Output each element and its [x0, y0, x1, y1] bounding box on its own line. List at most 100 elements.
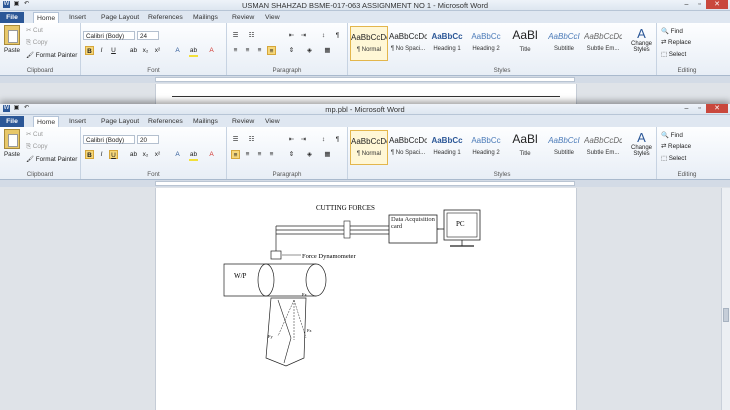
tab-review[interactable]: Review: [229, 116, 257, 127]
superscript-icon[interactable]: x²: [153, 46, 162, 55]
subscript-icon[interactable]: x₂: [141, 46, 150, 55]
align-center-icon[interactable]: ≡: [243, 46, 252, 55]
copy-button[interactable]: ⎘ Copy: [26, 143, 48, 151]
superscript-icon[interactable]: x²: [153, 150, 162, 159]
tab-view[interactable]: View: [262, 116, 283, 127]
justify-icon[interactable]: ≡: [267, 46, 276, 55]
tab-insert[interactable]: Insert: [66, 12, 89, 23]
change-styles-button[interactable]: A Change Styles: [628, 26, 655, 53]
align-left-icon[interactable]: ≡: [231, 46, 240, 55]
tab-view[interactable]: View: [262, 12, 283, 23]
font-name-dropdown[interactable]: Calibri (Body): [83, 31, 135, 40]
style-heading-2[interactable]: AaBbCc Heading 2: [467, 26, 505, 61]
show-marks-icon[interactable]: ¶: [333, 135, 342, 144]
style-heading-1[interactable]: AaBbCc Heading 1: [428, 26, 466, 61]
style-subtle-emphasis[interactable]: AaBbCcDc Subtle Em...: [584, 26, 622, 61]
underline-icon[interactable]: U: [109, 150, 118, 159]
vertical-scrollbar[interactable]: [721, 188, 730, 410]
restore-button[interactable]: ▫: [693, 104, 706, 113]
maximize-button[interactable]: ▫: [693, 0, 706, 9]
close-button[interactable]: ✕: [706, 0, 728, 9]
find-button[interactable]: 🔍 Find: [661, 27, 683, 35]
increase-indent-icon[interactable]: ⇥: [299, 31, 308, 40]
bullets-icon[interactable]: ☰: [231, 31, 240, 40]
font-color-icon[interactable]: A: [207, 150, 216, 159]
close-button[interactable]: ✕: [706, 104, 728, 113]
strikethrough-icon[interactable]: ab: [129, 150, 138, 159]
tab-page-layout[interactable]: Page Layout: [98, 12, 142, 23]
decrease-indent-icon[interactable]: ⇤: [287, 135, 296, 144]
text-effects-icon[interactable]: A: [173, 46, 182, 55]
font-size-dropdown[interactable]: 24: [137, 31, 159, 40]
style-no-spacing[interactable]: AaBbCcDc ¶ No Spaci...: [389, 130, 427, 165]
tab-file[interactable]: File: [0, 12, 24, 23]
bold-icon[interactable]: B: [85, 150, 94, 159]
select-button[interactable]: ⬚ Select: [661, 155, 686, 162]
borders-icon[interactable]: ▦: [323, 150, 332, 159]
paste-button[interactable]: Paste: [2, 129, 22, 158]
font-size-dropdown[interactable]: 20: [137, 135, 159, 144]
borders-icon[interactable]: ▦: [323, 46, 332, 55]
strikethrough-icon[interactable]: ab: [129, 46, 138, 55]
justify-icon[interactable]: ≡: [267, 150, 276, 159]
format-painter-button[interactable]: 🖌 Format Painter: [26, 51, 77, 59]
style-title[interactable]: AaBl Title: [506, 130, 544, 165]
numbering-icon[interactable]: ☷: [247, 135, 256, 144]
replace-button[interactable]: ⇄ Replace: [661, 39, 691, 46]
sort-icon[interactable]: ↕: [319, 31, 328, 40]
cut-button[interactable]: ✂ Cut: [26, 131, 43, 138]
style-title[interactable]: AaBl Title: [506, 26, 544, 61]
bold-icon[interactable]: B: [85, 46, 94, 55]
scroll-thumb[interactable]: [723, 308, 729, 322]
style-subtle-emphasis[interactable]: AaBbCcDc Subtle Em...: [584, 130, 622, 165]
tab-references[interactable]: References: [145, 116, 186, 127]
style-normal[interactable]: AaBbCcDc ¶ Normal: [350, 26, 388, 61]
tab-mailings[interactable]: Mailings: [190, 12, 221, 23]
align-right-icon[interactable]: ≡: [255, 150, 264, 159]
align-right-icon[interactable]: ≡: [255, 46, 264, 55]
horizontal-ruler[interactable]: [0, 180, 730, 187]
highlight-icon[interactable]: ab: [189, 46, 198, 57]
underline-icon[interactable]: U: [109, 46, 118, 55]
cut-button[interactable]: ✂ Cut: [26, 27, 43, 34]
shading-icon[interactable]: ◈: [305, 46, 314, 55]
select-button[interactable]: ⬚ Select: [661, 51, 686, 58]
decrease-indent-icon[interactable]: ⇤: [287, 31, 296, 40]
tab-file[interactable]: File: [0, 116, 24, 127]
subscript-icon[interactable]: x₂: [141, 150, 150, 159]
find-button[interactable]: 🔍 Find: [661, 131, 683, 139]
paste-button[interactable]: Paste: [2, 25, 22, 54]
bullets-icon[interactable]: ☰: [231, 135, 240, 144]
style-heading-2[interactable]: AaBbCc Heading 2: [467, 130, 505, 165]
style-no-spacing[interactable]: AaBbCcDc ¶ No Spaci...: [389, 26, 427, 61]
copy-button[interactable]: ⎘ Copy: [26, 39, 48, 47]
tab-review[interactable]: Review: [229, 12, 257, 23]
line-spacing-icon[interactable]: ⇕: [287, 150, 296, 159]
sort-icon[interactable]: ↕: [319, 135, 328, 144]
document-page[interactable]: CUTTING FORCES Data Acquisition card PC: [155, 188, 577, 410]
minimize-button[interactable]: –: [680, 104, 693, 113]
numbering-icon[interactable]: ☷: [247, 31, 256, 40]
line-spacing-icon[interactable]: ⇕: [287, 46, 296, 55]
highlight-icon[interactable]: ab: [189, 150, 198, 161]
format-painter-button[interactable]: 🖌 Format Painter: [26, 155, 77, 163]
increase-indent-icon[interactable]: ⇥: [299, 135, 308, 144]
italic-icon[interactable]: I: [97, 46, 106, 55]
tab-references[interactable]: References: [145, 12, 186, 23]
align-left-icon[interactable]: ≡: [231, 150, 240, 159]
text-effects-icon[interactable]: A: [173, 150, 182, 159]
style-normal[interactable]: AaBbCcDc ¶ Normal: [350, 130, 388, 165]
font-color-icon[interactable]: A: [207, 46, 216, 55]
horizontal-ruler[interactable]: [0, 76, 730, 83]
style-subtitle[interactable]: AaBbCcI Subtitle: [545, 130, 583, 165]
style-subtitle[interactable]: AaBbCcI Subtitle: [545, 26, 583, 61]
replace-button[interactable]: ⇄ Replace: [661, 143, 691, 150]
style-heading-1[interactable]: AaBbCc Heading 1: [428, 130, 466, 165]
shading-icon[interactable]: ◈: [305, 150, 314, 159]
font-name-dropdown[interactable]: Calibri (Body): [83, 135, 135, 144]
change-styles-button[interactable]: A Change Styles: [628, 130, 655, 157]
back-document-page[interactable]: [155, 84, 577, 105]
show-marks-icon[interactable]: ¶: [333, 31, 342, 40]
tab-insert[interactable]: Insert: [66, 116, 89, 127]
italic-icon[interactable]: I: [97, 150, 106, 159]
